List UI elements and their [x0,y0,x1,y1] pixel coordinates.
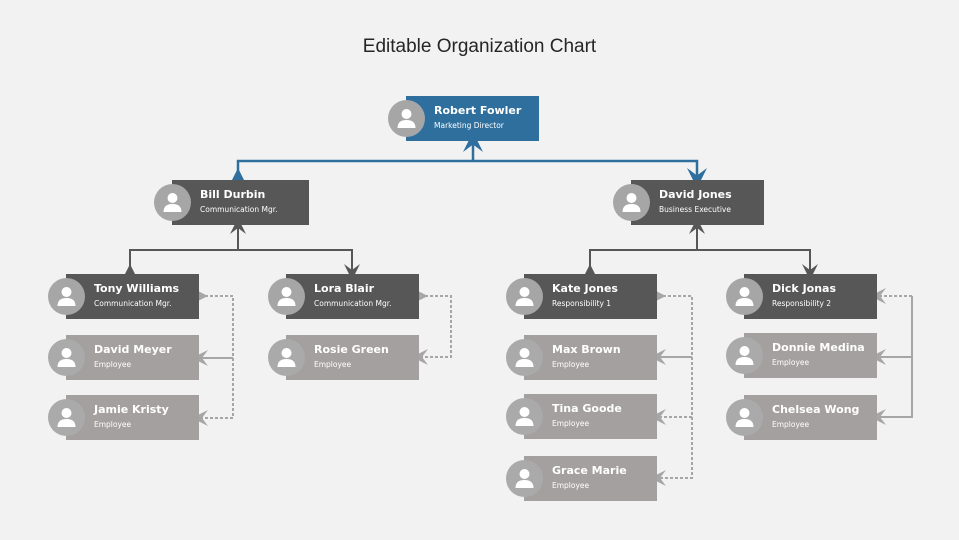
node-role: Employee [552,360,590,369]
node-box [66,274,199,319]
node-name: David Meyer [94,343,172,356]
node-role: Communication Mgr. [200,205,278,214]
root-connector [228,132,707,188]
user-icon [726,337,763,374]
node-box [524,394,657,439]
node-box [66,395,199,440]
node-name: Lora Blair [314,282,375,295]
user-icon [506,278,543,315]
bill-durbin-connector [122,218,360,280]
node-box [286,335,419,380]
user-icon [268,339,305,376]
node-box [524,274,657,319]
node-role: Employee [94,360,132,369]
user-icon [48,339,85,376]
node-role: Responsibility 1 [552,299,612,308]
node-name: Kate Jones [552,282,618,295]
node-role: Business Executive [659,205,731,214]
node-box [631,180,764,225]
org-node-dick-jonas[interactable]: Dick Jonas Responsibility 2 [726,274,877,319]
org-node-tony-williams[interactable]: Tony Williams Communication Mgr. [48,274,199,319]
node-role: Marketing Director [434,121,504,130]
node-name: Robert Fowler [434,104,522,117]
org-node-lora-blair[interactable]: Lora Blair Communication Mgr. [268,274,419,319]
node-name: Rosie Green [314,343,389,356]
node-role: Employee [772,358,810,367]
node-role: Employee [552,481,590,490]
node-box [744,333,877,378]
team-1-connector [192,288,234,426]
node-name: Dick Jonas [772,282,837,295]
node-box [524,335,657,380]
user-icon [506,460,543,497]
org-node-david-meyer[interactable]: David Meyer Employee [48,335,199,380]
node-box [66,335,199,380]
user-icon [726,278,763,315]
node-name: Grace Marie [552,464,627,477]
david-jones-connector [582,218,818,280]
org-node-donnie-medina[interactable]: Donnie Medina Employee [726,333,877,378]
node-role: Communication Mgr. [314,299,392,308]
node-box [744,395,877,440]
node-box [524,456,657,501]
user-icon [613,184,650,221]
org-node-tina-goode[interactable]: Tina Goode Employee [506,394,657,439]
node-name: David Jones [659,188,732,201]
node-role: Responsibility 2 [772,299,832,308]
node-role: Employee [94,420,132,429]
node-box [406,96,539,141]
node-box [744,274,877,319]
user-icon [48,278,85,315]
team-3-connector [650,288,693,486]
org-node-bill-durbin[interactable]: Bill Durbin Communication Mgr. [154,180,309,225]
node-name: Chelsea Wong [772,403,860,416]
node-box [172,180,309,225]
org-node-jamie-kristy[interactable]: Jamie Kristy Employee [48,395,199,440]
connectors [122,132,913,486]
node-role: Employee [314,360,352,369]
org-node-max-brown[interactable]: Max Brown Employee [506,335,657,380]
node-role: Employee [772,420,810,429]
node-name: Bill Durbin [200,188,266,201]
node-role: Employee [552,419,590,428]
user-icon [506,339,543,376]
node-name: Jamie Kristy [94,403,169,416]
user-icon [48,399,85,436]
node-name: Tina Goode [552,402,622,415]
node-name: Tony Williams [94,282,180,295]
node-name: Max Brown [552,343,621,356]
team-2-connector [412,288,452,365]
node-box [286,274,419,319]
user-icon [726,399,763,436]
team-4-connector [870,288,913,425]
user-icon [388,100,425,137]
user-icon [268,278,305,315]
node-name: Donnie Medina [772,341,865,354]
org-node-root[interactable]: Robert Fowler Marketing Director [388,96,539,141]
node-role: Communication Mgr. [94,299,172,308]
org-node-grace-marie[interactable]: Grace Marie Employee [506,456,657,501]
org-node-chelsea-wong[interactable]: Chelsea Wong Employee [726,395,877,440]
org-node-david-jones[interactable]: David Jones Business Executive [613,180,764,225]
org-node-rosie-green[interactable]: Rosie Green Employee [268,335,419,380]
user-icon [154,184,191,221]
user-icon [506,398,543,435]
org-node-kate-jones[interactable]: Kate Jones Responsibility 1 [506,274,657,319]
